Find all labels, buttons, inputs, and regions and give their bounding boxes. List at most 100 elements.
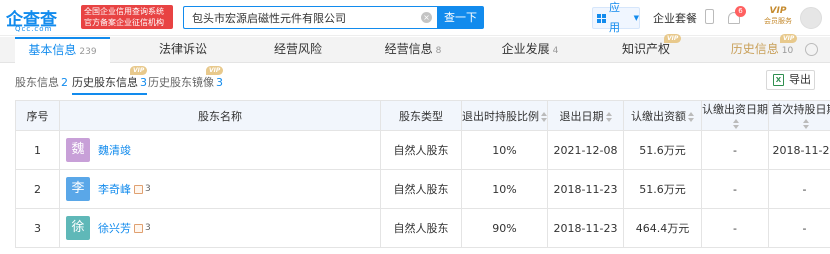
cell-index: 1 [15, 130, 60, 170]
vip-chip: VIP [206, 66, 224, 75]
sort-icon[interactable] [733, 119, 739, 129]
cell-ratio: 10% [461, 130, 548, 170]
cell-amount: 51.6万元 [623, 130, 702, 170]
tab-label: 经营信息 [384, 42, 433, 56]
sort-icon[interactable] [688, 111, 694, 122]
subtab-label: 历史股东信息 [72, 76, 138, 89]
cell-holder: 徐 徐兴芳 3 [59, 208, 381, 248]
vip-chip: VIP [780, 34, 798, 43]
cell-amount: 464.4万元 [623, 208, 702, 248]
col-header-ratio-label: 退出时持股比例 [462, 109, 539, 123]
related-company-tag[interactable]: 3 [134, 223, 151, 233]
tab-development[interactable]: 企业发展 4 [490, 37, 570, 63]
cell-first-date: - [768, 169, 830, 209]
cell-ratio: 10% [461, 169, 548, 209]
cell-first-date: 2018-11-23 [768, 130, 830, 170]
tab-count: 10 [781, 46, 794, 56]
col-header-amount[interactable]: 认缴出资额 [623, 100, 702, 131]
col-header-first-date-label: 首次持股日期 [771, 103, 830, 116]
clear-icon[interactable]: × [421, 12, 432, 23]
tab-label: 历史信息 [730, 42, 779, 56]
vip-chip: VIP [664, 34, 682, 43]
subtab-history-shareholders[interactable]: 历史股东信息 3 VIP [72, 66, 148, 95]
related-count: 3 [145, 223, 151, 233]
cell-pay-date: - [701, 169, 769, 209]
cell-holder: 李 李奇峰 3 [59, 169, 381, 209]
col-header-exit-date-label: 退出日期 [559, 109, 604, 123]
top-bar: 企查查 Qcc.com 全国企业信用查询系统 官方备案企业征信机构 × 查一下 … [0, 0, 830, 36]
subtab-shareholders[interactable]: 股东信息 2 [15, 74, 68, 90]
subtab-count: 3 [216, 76, 223, 89]
cell-exit-date: 2018-11-23 [547, 169, 624, 209]
user-avatar[interactable] [800, 7, 822, 29]
package-link[interactable]: 企业套餐 [653, 10, 697, 26]
col-header-ratio[interactable]: 退出时持股比例 [461, 100, 548, 131]
subtab-label: 历史股东镜像 [148, 76, 214, 89]
chevron-down-icon: ▼ [633, 14, 639, 22]
export-label: 导出 [789, 73, 811, 86]
holder-avatar: 李 [66, 177, 90, 201]
notification-button[interactable]: 6 [726, 6, 746, 26]
table-row: 1 魏 魏清竣 自然人股东 10% 2021-12-08 51.6万元 - 20… [15, 130, 830, 170]
col-header-index: 序号 [15, 100, 60, 131]
search-button[interactable]: 查一下 [437, 6, 484, 29]
cell-pay-date: - [701, 208, 769, 248]
history-shareholders-table: 序号 股东名称 股东类型 退出时持股比例 退出日期 认缴出资额 认缴出资日期 首… [15, 100, 830, 248]
cell-pay-date: - [701, 130, 769, 170]
logo[interactable]: 企查查 Qcc.com [6, 5, 76, 34]
tab-label: 企业发展 [501, 42, 550, 56]
holder-name-link[interactable]: 徐兴芳 [98, 220, 131, 236]
app-button-label: 应用 [609, 1, 620, 34]
cell-type: 自然人股东 [380, 208, 462, 248]
tab-label: 基本信息 [28, 43, 77, 57]
export-button[interactable]: X 导出 [766, 70, 815, 90]
col-header-exit-date[interactable]: 退出日期 [547, 100, 624, 131]
subtab-count: 3 [140, 76, 147, 89]
subtab-label: 股东信息 [15, 76, 59, 89]
help-icon[interactable] [805, 43, 818, 56]
main-tabs: 基本信息 239 法律诉讼 经营风险 经营信息 8 企业发展 4 知识产权 VIP 历… [0, 34, 830, 63]
subtab-shareholder-mirror[interactable]: 历史股东镜像 3 VIP [148, 66, 224, 90]
cell-type: 自然人股东 [380, 169, 462, 209]
table-header-row: 序号 股东名称 股东类型 退出时持股比例 退出日期 认缴出资额 认缴出资日期 首… [15, 100, 830, 131]
tab-operating-risk[interactable]: 经营风险 [258, 37, 338, 63]
col-header-amount-label: 认缴出资额 [631, 109, 686, 123]
tab-ip[interactable]: 知识产权 VIP [606, 34, 686, 63]
cell-type: 自然人股东 [380, 130, 462, 170]
col-header-pay-date[interactable]: 认缴出资日期 [701, 100, 769, 131]
tab-basic-info[interactable]: 基本信息 239 [15, 37, 110, 63]
credit-badge: 全国企业信用查询系统 官方备案企业征信机构 [81, 5, 173, 29]
app-button[interactable]: 应用 ▼ [592, 1, 640, 34]
tab-history[interactable]: 历史信息 10 VIP [722, 34, 802, 63]
tab-litigation[interactable]: 法律诉讼 [143, 37, 223, 63]
related-count: 3 [145, 184, 151, 194]
badge-line-2: 官方备案企业征信机构 [84, 18, 164, 27]
cell-exit-date: 2018-11-23 [547, 208, 624, 248]
holder-name-link[interactable]: 魏清竣 [98, 142, 131, 158]
tab-business-info[interactable]: 经营信息 8 [373, 37, 453, 63]
tab-label: 法律诉讼 [158, 42, 207, 56]
table-row: 2 李 李奇峰 3 自然人股东 10% 2018-11-23 51.6万元 - … [15, 169, 830, 209]
related-company-tag[interactable]: 3 [134, 184, 151, 194]
cell-ratio: 90% [461, 208, 548, 248]
vip-sub-label: 会员服务 [764, 17, 792, 25]
sort-icon[interactable] [802, 119, 809, 129]
holder-name-link[interactable]: 李奇峰 [98, 181, 131, 197]
col-header-type: 股东类型 [380, 100, 462, 131]
tab-label: 知识产权 [621, 42, 670, 56]
cell-index: 2 [15, 169, 60, 209]
sub-tabs: 股东信息 2 历史股东信息 3 VIP 历史股东镜像 3 VIP [0, 64, 830, 98]
cell-holder: 魏 魏清竣 [59, 130, 381, 170]
vip-label: VIP [769, 6, 787, 16]
phone-icon[interactable] [705, 9, 714, 24]
col-header-name: 股东名称 [59, 100, 381, 131]
col-header-first-date[interactable]: 首次持股日期 [768, 100, 830, 131]
cell-amount: 51.6万元 [623, 169, 702, 209]
sort-icon[interactable] [541, 111, 547, 122]
sort-icon[interactable] [605, 111, 612, 122]
cell-index: 3 [15, 208, 60, 248]
tab-count: 8 [435, 46, 442, 56]
search-input[interactable] [183, 6, 438, 29]
vip-service-button[interactable]: VIP 会员服务 [760, 6, 796, 30]
subtab-count: 2 [61, 76, 68, 89]
